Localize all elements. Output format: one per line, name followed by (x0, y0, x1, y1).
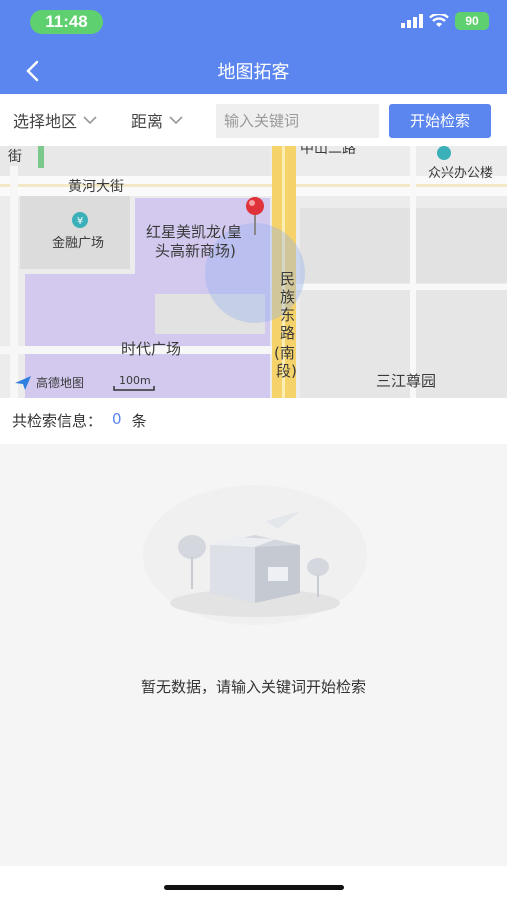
map-label: 路 (280, 324, 296, 342)
result-count-bar: 共检索信息： 0 条 (0, 398, 507, 444)
chevron-down-icon (169, 116, 183, 124)
distance-dropdown[interactable]: 距离 (131, 108, 183, 132)
signal-icon (401, 14, 423, 28)
battery-indicator: 90 (455, 12, 489, 30)
status-time: 11:48 (30, 10, 103, 34)
search-button[interactable]: 开始检索 (389, 104, 491, 138)
map-view[interactable]: ¥ 街 中山二路 众兴办公楼 黄河大街 金融广场 红星美凯龙(皇 头高新商场) … (0, 146, 507, 398)
map-label: 三江尊园 (376, 372, 437, 390)
home-indicator[interactable] (164, 885, 344, 890)
empty-message: 暂无数据，请输入关键词开始检索 (140, 678, 366, 696)
status-icons: 90 (401, 12, 489, 30)
distance-label: 距离 (131, 112, 164, 131)
map-logo-text: 高德地图 (36, 376, 85, 390)
result-count-label: 共检索信息： (12, 412, 103, 430)
map-label: 头高新商场) (155, 242, 236, 260)
page-title: 地图拓客 (217, 62, 290, 83)
result-count-unit: 条 (131, 412, 147, 430)
map-scale: 100m (119, 374, 151, 387)
keyword-input[interactable] (216, 104, 379, 138)
map-label: 众兴办公楼 (428, 166, 494, 181)
map-label: 红星美凯龙(皇 (146, 223, 242, 241)
result-count-value: 0 (112, 410, 122, 428)
map-label: 时代广场 (121, 340, 182, 358)
region-dropdown[interactable]: 选择地区 (13, 108, 97, 132)
map-label: 中山二路 (300, 146, 356, 157)
result-count: 共检索信息： 0 条 (12, 410, 147, 431)
empty-box-illustration (143, 485, 367, 625)
map-label: 金融广场 (52, 236, 105, 251)
poi-bank-icon: ¥ (72, 212, 88, 228)
amap-logo-icon (15, 375, 31, 390)
chevron-down-icon (83, 116, 97, 124)
map-label: 段) (276, 362, 297, 380)
map-label: 黄河大街 (68, 179, 124, 195)
wifi-icon (429, 14, 449, 27)
bottom-safe-area (0, 866, 507, 900)
app-header: 11:48 90 地图拓客 (0, 0, 507, 94)
region-label: 选择地区 (13, 112, 78, 131)
poi-office-icon (437, 146, 451, 160)
location-pin-icon[interactable] (244, 196, 266, 236)
map-logo: 高德地图 (14, 374, 84, 391)
svg-text:¥: ¥ (77, 216, 83, 227)
map-label: 街 (8, 149, 22, 165)
